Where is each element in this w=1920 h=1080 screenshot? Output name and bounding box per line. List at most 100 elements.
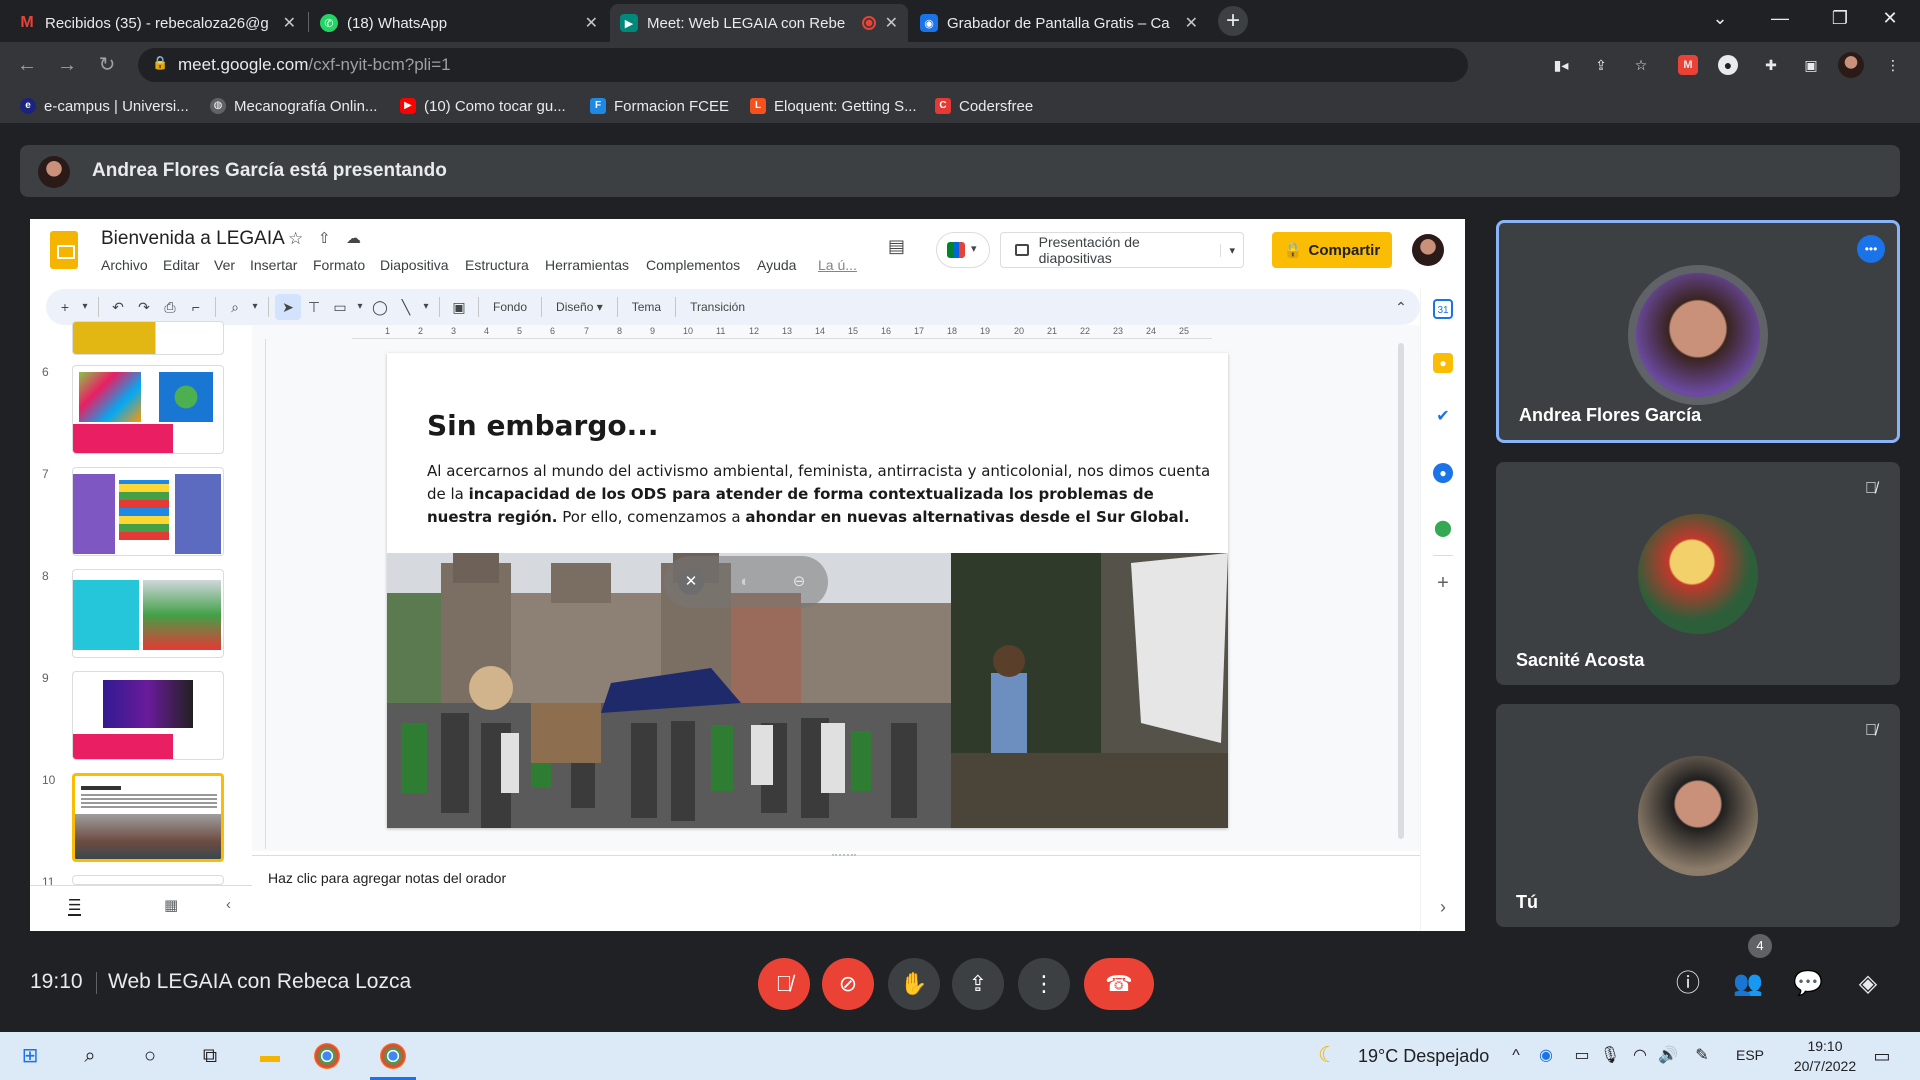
- slide-thumbnail[interactable]: [72, 569, 224, 658]
- bookmark-item[interactable]: F Formacion FCEE: [590, 94, 729, 118]
- bookmark-item[interactable]: C Codersfree: [935, 94, 1033, 118]
- muted-mic-icon[interactable]: ✕: [678, 569, 704, 595]
- volume-icon[interactable]: 🔊: [1652, 1040, 1684, 1072]
- chevron-down-icon[interactable]: ▾: [1220, 243, 1243, 257]
- menu-estructura[interactable]: Estructura: [465, 257, 529, 273]
- grid-view-icon[interactable]: ▦: [164, 896, 178, 914]
- menu-diapositiva[interactable]: Diapositiva: [380, 257, 448, 273]
- close-tab-icon[interactable]: ✕: [885, 13, 898, 33]
- people-icon[interactable]: 👥: [1730, 966, 1766, 1002]
- tray-chevron-icon[interactable]: ^: [1500, 1040, 1532, 1072]
- chevron-down-icon[interactable]: ▾: [78, 294, 92, 320]
- file-explorer-icon[interactable]: ▬: [254, 1040, 286, 1072]
- microphone-icon[interactable]: 🎙: [1594, 1040, 1626, 1072]
- volume-icon[interactable]: ◐: [732, 569, 758, 595]
- close-tab-icon[interactable]: ✕: [1185, 13, 1198, 33]
- shape-icon[interactable]: ◯: [367, 294, 393, 320]
- camera-icon[interactable]: ▮◂: [1548, 52, 1574, 78]
- resize-handle[interactable]: [832, 854, 856, 858]
- remove-icon[interactable]: ⊖: [786, 569, 812, 595]
- chevron-down-icon[interactable]: ▾: [419, 294, 433, 320]
- slide-thumbnail-selected[interactable]: [72, 773, 224, 862]
- last-edit-link[interactable]: La ú...: [818, 257, 857, 273]
- menu-insertar[interactable]: Insertar: [250, 257, 297, 273]
- meeting-info-icon[interactable]: ⓘ: [1670, 966, 1706, 1002]
- menu-ver[interactable]: Ver: [214, 257, 235, 273]
- lock-icon[interactable]: 🔒: [152, 55, 168, 71]
- chevron-down-icon[interactable]: ▾: [353, 294, 367, 320]
- chat-icon[interactable]: 💬: [1790, 966, 1826, 1002]
- extension-circle-icon[interactable]: ●: [1718, 55, 1738, 75]
- tab-gmail[interactable]: M Recibidos (35) - rebecaloza26@g ✕: [8, 4, 306, 42]
- chrome-icon[interactable]: [314, 1043, 340, 1069]
- clock[interactable]: 19:10 20/7/2022: [1790, 1036, 1860, 1076]
- share-page-icon[interactable]: ⇪: [1588, 52, 1614, 78]
- close-tab-icon[interactable]: ✕: [585, 13, 598, 33]
- start-icon[interactable]: ⊞: [14, 1040, 46, 1072]
- star-icon[interactable]: ☆: [288, 229, 303, 249]
- tab-recorder[interactable]: ◉ Grabador de Pantalla Gratis – Ca ✕: [910, 4, 1208, 42]
- new-tab-button[interactable]: +: [1218, 6, 1248, 36]
- collapse-toolbar-icon[interactable]: ⌃: [1388, 294, 1414, 320]
- text-box-icon[interactable]: ⊤: [301, 294, 327, 320]
- meet-call-button[interactable]: ▾: [936, 232, 990, 268]
- bookmark-star-icon[interactable]: ☆: [1628, 52, 1654, 78]
- undo-icon[interactable]: ↶: [105, 294, 131, 320]
- paint-format-icon[interactable]: ⌐: [183, 294, 209, 320]
- cloud-status-icon[interactable]: ☁: [346, 229, 361, 247]
- task-view-icon[interactable]: ⧉: [194, 1040, 226, 1072]
- participant-tile-sacnite[interactable]: 🎙̸ Sacnité Acosta: [1496, 462, 1900, 685]
- expand-panel-icon[interactable]: ›: [1433, 897, 1453, 917]
- theme-button[interactable]: Tema: [624, 300, 669, 314]
- end-call-button[interactable]: ☎: [1084, 958, 1154, 1010]
- line-icon[interactable]: ╲: [393, 294, 419, 320]
- shared-screen[interactable]: Bienvenida a LEGAIA ☆ ⇧ ☁ Archivo Editar…: [30, 219, 1616, 931]
- extension-m-icon[interactable]: M: [1678, 55, 1698, 75]
- pen-icon[interactable]: ✎: [1686, 1040, 1718, 1072]
- canvas-scrollbar[interactable]: [1398, 343, 1404, 839]
- recorder-tray-icon[interactable]: ◉: [1530, 1040, 1562, 1072]
- camera-off-button[interactable]: ⊘: [822, 958, 874, 1010]
- menu-editar[interactable]: Editar: [163, 257, 200, 273]
- add-addon-icon[interactable]: +: [1433, 573, 1453, 593]
- menu-herramientas[interactable]: Herramientas: [545, 257, 629, 273]
- menu-formato[interactable]: Formato: [313, 257, 365, 273]
- new-slide-icon[interactable]: +: [52, 294, 78, 320]
- image-icon[interactable]: ▭: [327, 294, 353, 320]
- menu-dots-icon[interactable]: ⋮: [1880, 52, 1906, 78]
- participant-tile-andrea[interactable]: ••• Andrea Flores García: [1496, 220, 1900, 443]
- filmstrip-view-icon[interactable]: ☰: [68, 896, 82, 916]
- speaker-notes[interactable]: Haz clic para agregar notas del orador ✚: [252, 854, 1616, 931]
- menu-ayuda[interactable]: Ayuda: [757, 257, 796, 273]
- slide-thumbnail[interactable]: [72, 321, 224, 355]
- print-icon[interactable]: ⎙: [157, 294, 183, 320]
- account-avatar[interactable]: [1412, 234, 1444, 266]
- slide-thumbnail[interactable]: [72, 671, 224, 760]
- more-options-button[interactable]: ⋮: [1018, 958, 1070, 1010]
- extensions-puzzle-icon[interactable]: ✚: [1758, 52, 1784, 78]
- layout-button[interactable]: Diseño ▾: [548, 300, 611, 314]
- tab-whatsapp[interactable]: ✆ (18) WhatsApp ✕: [310, 4, 608, 42]
- language-indicator[interactable]: ESP: [1736, 1047, 1764, 1063]
- share-button[interactable]: 🔒 Compartir: [1272, 232, 1392, 268]
- raise-hand-button[interactable]: ✋: [888, 958, 940, 1010]
- menu-complementos[interactable]: Complementos: [646, 257, 740, 273]
- slides-logo-icon[interactable]: [50, 231, 78, 269]
- current-slide[interactable]: Sin embargo... Al acercarnos al mundo de…: [387, 353, 1228, 828]
- notes-placeholder[interactable]: Haz clic para agregar notas del orador: [268, 870, 506, 886]
- chrome-active-icon[interactable]: [380, 1043, 406, 1069]
- document-title[interactable]: Bienvenida a LEGAIA: [101, 228, 285, 250]
- close-window-button[interactable]: ✕: [1860, 0, 1920, 36]
- redo-icon[interactable]: ↷: [131, 294, 157, 320]
- maps-icon[interactable]: ⬤: [1433, 519, 1453, 539]
- collapse-filmstrip-icon[interactable]: ‹: [226, 896, 231, 913]
- participant-tile-you[interactable]: 🎙̸ Tú: [1496, 704, 1900, 927]
- contacts-icon[interactable]: ●: [1433, 463, 1453, 483]
- reload-button[interactable]: ↻: [90, 48, 124, 82]
- bookmark-item[interactable]: e e-campus | Universi...: [20, 94, 189, 118]
- cortana-icon[interactable]: ○: [134, 1040, 166, 1072]
- close-tab-icon[interactable]: ✕: [283, 13, 296, 33]
- select-cursor-icon[interactable]: ➤: [275, 294, 301, 320]
- calendar-icon[interactable]: 31: [1433, 299, 1453, 319]
- side-panel-icon[interactable]: ▣: [1798, 52, 1824, 78]
